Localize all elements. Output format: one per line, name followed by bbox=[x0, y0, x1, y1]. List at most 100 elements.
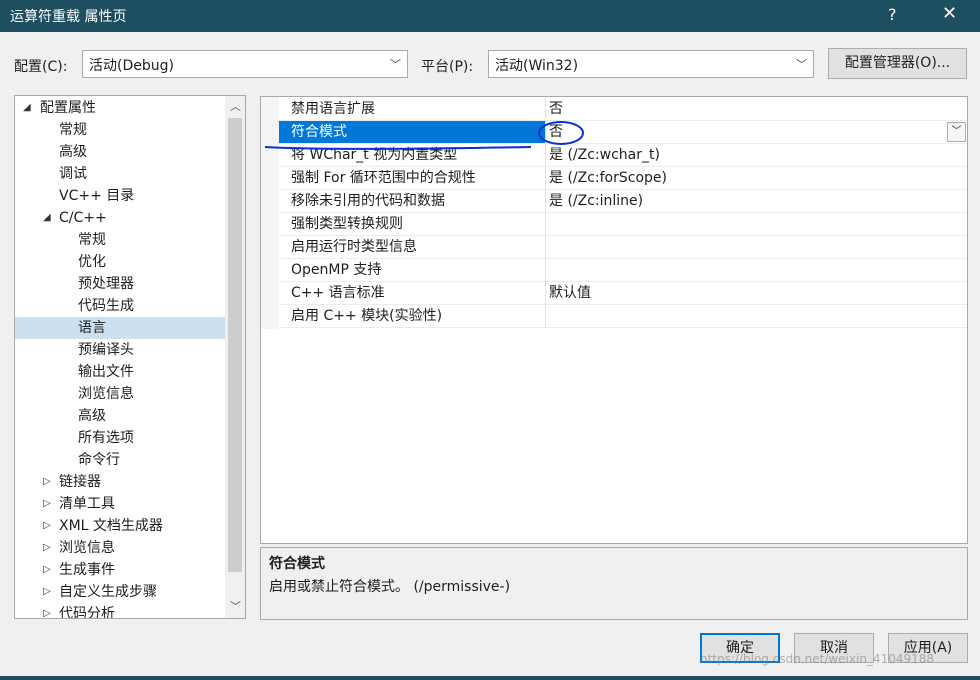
tree-item[interactable]: ▷ 浏览信息 bbox=[15, 537, 225, 559]
tree-item[interactable]: 常规 bbox=[15, 229, 225, 251]
column-separator bbox=[545, 144, 546, 167]
collapse-arrow-icon[interactable]: ◢ bbox=[23, 97, 31, 119]
property-name: 符合模式 bbox=[291, 124, 347, 140]
tree-scrollbar[interactable]: ︿ ﹀ bbox=[225, 96, 245, 618]
tree-item-label: 高级 bbox=[78, 408, 106, 424]
configuration-label: 配置(C): bbox=[14, 59, 68, 75]
property-value[interactable]: 是 (/Zc:inline) bbox=[549, 190, 643, 212]
tree-item[interactable]: 高级 bbox=[15, 405, 225, 427]
tree-item-label: 输出文件 bbox=[78, 364, 134, 380]
expand-arrow-icon[interactable]: ▷ bbox=[43, 603, 51, 618]
tree-item[interactable]: 语言 bbox=[15, 317, 225, 339]
tree-item-label: 预处理器 bbox=[78, 276, 134, 292]
title-bar: 运算符重载 属性页 ? ✕ bbox=[0, 0, 980, 32]
value-dropdown-button[interactable]: ﹀ bbox=[947, 122, 966, 142]
tree-item-label: 自定义生成步骤 bbox=[59, 584, 157, 600]
column-separator bbox=[545, 305, 546, 328]
property-row[interactable]: 强制 For 循环范围中的合规性 是 (/Zc:forScope) bbox=[279, 167, 967, 190]
configuration-dropdown[interactable]: 活动(Debug) ﹀ bbox=[82, 50, 408, 78]
property-row[interactable]: 将 WChar_t 视为内置类型 是 (/Zc:wchar_t) bbox=[279, 144, 967, 167]
column-separator bbox=[545, 167, 546, 190]
property-value[interactable]: 否 bbox=[549, 121, 563, 143]
tree-item[interactable]: ▷ 链接器 bbox=[15, 471, 225, 493]
chevron-down-icon: ﹀ bbox=[390, 58, 401, 71]
tree-item[interactable]: 调试 bbox=[15, 163, 225, 185]
property-name: 强制 For 循环范围中的合规性 bbox=[291, 170, 476, 186]
tree-item-label: 高级 bbox=[59, 144, 87, 160]
expand-arrow-icon[interactable]: ▷ bbox=[43, 581, 51, 603]
tree-item-label: VC++ 目录 bbox=[59, 188, 135, 204]
tree-item[interactable]: 代码生成 bbox=[15, 295, 225, 317]
property-value[interactable]: 默认值 bbox=[549, 282, 591, 304]
tree-item-label: 语言 bbox=[78, 320, 106, 336]
tree-item-label: 浏览信息 bbox=[59, 540, 115, 556]
property-row[interactable]: 启用 C++ 模块(实验性) bbox=[279, 305, 967, 328]
tree-item-label: 代码分析 bbox=[59, 606, 115, 619]
tree-item-label: 清单工具 bbox=[59, 496, 115, 512]
property-row[interactable]: C++ 语言标准 默认值 bbox=[279, 282, 967, 305]
property-row[interactable]: 符合模式 否 ﹀ bbox=[279, 121, 967, 144]
property-name: 启用 C++ 模块(实验性) bbox=[291, 308, 443, 324]
tree-item[interactable]: VC++ 目录 bbox=[15, 185, 225, 207]
tree-item[interactable]: ▷ 代码分析 bbox=[15, 603, 225, 619]
property-value[interactable]: 是 (/Zc:wchar_t) bbox=[549, 144, 660, 166]
chevron-down-icon: ﹀ bbox=[796, 58, 807, 71]
expand-arrow-icon[interactable]: ▷ bbox=[43, 471, 51, 493]
description-title: 符合模式 bbox=[269, 556, 325, 572]
tree-item[interactable]: 浏览信息 bbox=[15, 383, 225, 405]
help-button[interactable]: ? bbox=[888, 5, 897, 24]
tree-item[interactable]: ▷ 清单工具 bbox=[15, 493, 225, 515]
tree-item-label: 所有选项 bbox=[78, 430, 134, 446]
tree-item[interactable]: 高级 bbox=[15, 141, 225, 163]
tree-item-label: 优化 bbox=[78, 254, 106, 270]
close-button[interactable]: ✕ bbox=[942, 3, 957, 24]
description-text: 启用或禁止符合模式。 (/permissive-) bbox=[269, 579, 511, 595]
property-row[interactable]: 移除未引用的代码和数据 是 (/Zc:inline) bbox=[279, 190, 967, 213]
tree-item-label: XML 文档生成器 bbox=[59, 518, 163, 534]
property-grid: 禁用语言扩展否符合模式 否 ﹀ 将 WChar_t 视为内置类型 是 (/Zc:wcha… bbox=[260, 96, 968, 544]
scroll-down-icon[interactable]: ﹀ bbox=[230, 598, 241, 614]
property-tree[interactable]: ◢ 配置属性 常规 高级 调试 VC++ 目录 ◢ C/C++ 常规 优化 预处理器 代码生成 语言 预编… bbox=[14, 95, 246, 619]
property-row[interactable]: 禁用语言扩展 否 bbox=[279, 98, 967, 121]
platform-label: 平台(P): bbox=[421, 59, 474, 75]
tree-item[interactable]: 预处理器 bbox=[15, 273, 225, 295]
tree-item-label: 配置属性 bbox=[40, 100, 96, 116]
tree-item-label: 调试 bbox=[59, 166, 87, 182]
property-row[interactable]: OpenMP 支持 bbox=[279, 259, 967, 282]
tree-item[interactable]: 预编译头 bbox=[15, 339, 225, 361]
property-row[interactable]: 启用运行时类型信息 bbox=[279, 236, 967, 259]
tree-item-label: C/C++ bbox=[59, 210, 107, 226]
tree-item[interactable]: ▷ XML 文档生成器 bbox=[15, 515, 225, 537]
tree-item[interactable]: 输出文件 bbox=[15, 361, 225, 383]
property-value[interactable]: 否 bbox=[549, 98, 563, 120]
scroll-up-icon[interactable]: ︿ bbox=[230, 98, 241, 114]
collapse-arrow-icon[interactable]: ◢ bbox=[43, 207, 51, 229]
property-name: 将 WChar_t 视为内置类型 bbox=[291, 147, 458, 163]
column-separator bbox=[545, 213, 546, 236]
tree-item[interactable]: ◢ 配置属性 bbox=[15, 97, 225, 119]
window-title: 运算符重载 属性页 bbox=[10, 9, 127, 25]
tree-item-label: 代码生成 bbox=[78, 298, 134, 314]
expand-arrow-icon[interactable]: ▷ bbox=[43, 493, 51, 515]
tree-item[interactable]: ▷ 自定义生成步骤 bbox=[15, 581, 225, 603]
tree-item[interactable]: ◢ C/C++ bbox=[15, 207, 225, 229]
tree-item-label: 预编译头 bbox=[78, 342, 134, 358]
tree-item[interactable]: 优化 bbox=[15, 251, 225, 273]
expand-arrow-icon[interactable]: ▷ bbox=[43, 537, 51, 559]
property-value[interactable]: 是 (/Zc:forScope) bbox=[549, 167, 667, 189]
property-name: C++ 语言标准 bbox=[291, 285, 385, 301]
scrollbar-thumb[interactable] bbox=[228, 118, 242, 572]
expand-arrow-icon[interactable]: ▷ bbox=[43, 515, 51, 537]
description-panel: 符合模式 启用或禁止符合模式。 (/permissive-) bbox=[260, 547, 968, 620]
expand-arrow-icon[interactable]: ▷ bbox=[43, 559, 51, 581]
tree-item[interactable]: ▷ 生成事件 bbox=[15, 559, 225, 581]
platform-dropdown[interactable]: 活动(Win32) ﹀ bbox=[488, 50, 814, 78]
tree-item[interactable]: 常规 bbox=[15, 119, 225, 141]
tree-item[interactable]: 所有选项 bbox=[15, 427, 225, 449]
column-separator bbox=[545, 190, 546, 213]
tree-item[interactable]: 命令行 bbox=[15, 449, 225, 471]
property-row[interactable]: 强制类型转换规则 bbox=[279, 213, 967, 236]
configuration-value: 活动(Debug) bbox=[89, 58, 174, 74]
grid-gutter bbox=[261, 97, 279, 329]
configuration-manager-button[interactable]: 配置管理器(O)... bbox=[828, 48, 967, 79]
